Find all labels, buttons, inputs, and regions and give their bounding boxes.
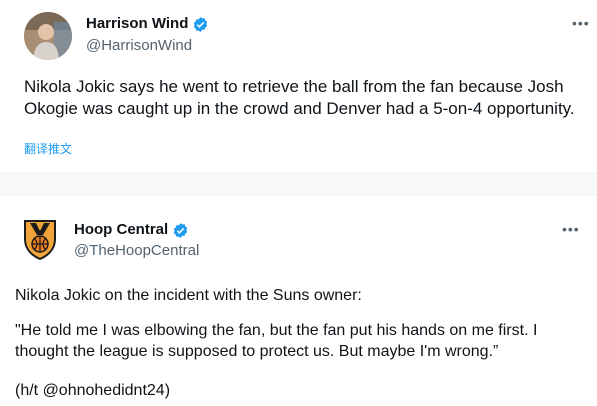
avatar-photo (24, 12, 72, 60)
avatar[interactable] (24, 12, 72, 60)
display-name[interactable]: Hoop Central (74, 221, 189, 239)
display-name[interactable]: Harrison Wind (86, 15, 209, 33)
more-options-icon[interactable]: ••• (562, 222, 580, 236)
tweet-text-credit: (h/t @ohnohedidnt24) (15, 382, 171, 399)
tweet-text-intro: Nikola Jokic on the incident with the Su… (15, 287, 362, 304)
more-options-icon[interactable]: ••• (572, 16, 590, 30)
tweet-harrison-wind[interactable]: Harrison Wind @HarrisonWind ••• Nikola J… (0, 0, 597, 172)
translate-tweet-link[interactable]: 翻译推文 (24, 140, 72, 157)
verified-badge-icon (194, 16, 208, 32)
hoop-central-logo[interactable] (22, 219, 58, 261)
tweet-separator (0, 172, 597, 196)
tweet-text: Nikola Jokic says he went to retrieve th… (24, 77, 575, 118)
verified-badge-icon (174, 222, 188, 238)
hoop-central-shield-icon (24, 220, 56, 261)
tweet-text-quote: "He told me I was elbowing the fan, but … (15, 322, 538, 360)
author-handle[interactable]: @TheHoopCentral (74, 242, 199, 260)
author-handle[interactable]: @HarrisonWind (86, 37, 192, 55)
author-name[interactable]: Hoop Central (74, 221, 168, 239)
author-name[interactable]: Harrison Wind (86, 15, 188, 33)
